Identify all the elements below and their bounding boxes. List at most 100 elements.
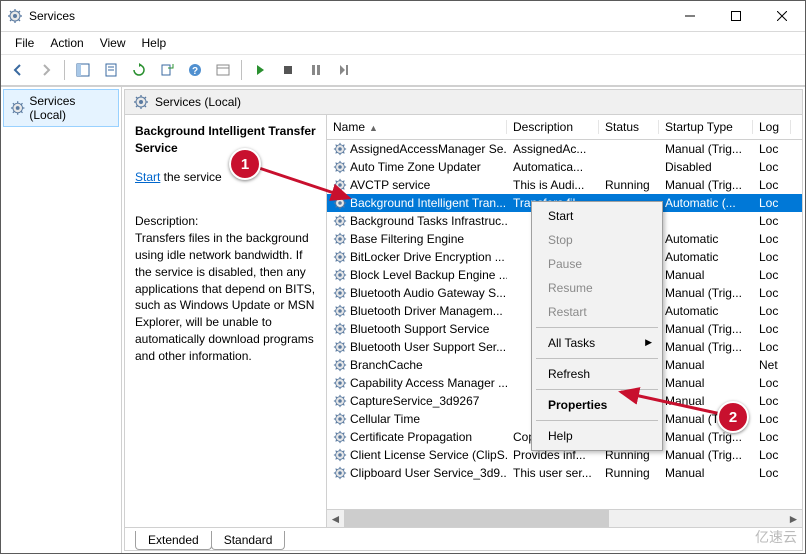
menubar: File Action View Help: [1, 32, 805, 55]
stop-service-button[interactable]: [275, 57, 301, 83]
service-name: Certificate Propagation: [350, 430, 472, 444]
properties-button[interactable]: [98, 57, 124, 83]
service-startup: Manual (Trig...: [659, 322, 753, 336]
watermark: 亿速云: [755, 527, 797, 547]
description-label: Description:: [135, 213, 316, 230]
service-name: Background Intelligent Tran...: [350, 196, 506, 210]
gear-icon: [333, 160, 347, 174]
service-startup: Manual (Trig...: [659, 340, 753, 354]
context-menu-start[interactable]: Start: [534, 204, 660, 228]
service-logon: Loc: [753, 466, 791, 480]
start-service-link[interactable]: Start: [135, 170, 160, 184]
service-startup: Automatic: [659, 232, 753, 246]
service-name: Clipboard User Service_3d9...: [350, 466, 507, 480]
tree-item-services-local[interactable]: Services (Local): [3, 89, 119, 127]
tab-standard[interactable]: Standard: [211, 531, 286, 550]
gear-icon: [333, 250, 347, 264]
horizontal-scrollbar[interactable]: ◄ ►: [327, 509, 802, 527]
gear-icon: [333, 340, 347, 354]
col-header-logon[interactable]: Log: [753, 120, 791, 134]
gear-icon: [333, 196, 347, 210]
submenu-arrow-icon: ▶: [645, 337, 652, 348]
context-menu-resume: Resume: [534, 276, 660, 300]
toolbar-extra-icon[interactable]: [210, 57, 236, 83]
service-logon: Loc: [753, 340, 791, 354]
service-row[interactable]: Auto Time Zone UpdaterAutomatica...Disab…: [327, 158, 802, 176]
service-logon: Loc: [753, 304, 791, 318]
context-menu-properties[interactable]: Properties: [534, 393, 660, 417]
service-name: AVCTP service: [350, 178, 430, 192]
service-logon: Loc: [753, 448, 791, 462]
menu-file[interactable]: File: [7, 34, 42, 52]
service-name: Bluetooth Driver Managem...: [350, 304, 503, 318]
gear-icon: [333, 178, 347, 192]
service-row[interactable]: AVCTP serviceThis is Audi...RunningManua…: [327, 176, 802, 194]
service-startup: Manual: [659, 376, 753, 390]
service-name: Base Filtering Engine: [350, 232, 464, 246]
forward-button[interactable]: [33, 57, 59, 83]
back-button[interactable]: [5, 57, 31, 83]
minimize-button[interactable]: [667, 1, 713, 31]
menu-view[interactable]: View: [92, 34, 134, 52]
maximize-button[interactable]: [713, 1, 759, 31]
selected-service-name: Background Intelligent Transfer Service: [135, 124, 316, 155]
help-button[interactable]: ?: [182, 57, 208, 83]
body: Services (Local) Services (Local) Backgr…: [1, 86, 805, 553]
start-service-button[interactable]: [247, 57, 273, 83]
service-name: Background Tasks Infrastruc...: [350, 214, 507, 228]
service-row[interactable]: Clipboard User Service_3d9...This user s…: [327, 464, 802, 482]
gear-icon: [333, 358, 347, 372]
export-button[interactable]: [154, 57, 180, 83]
col-header-name[interactable]: Name▲: [327, 120, 507, 134]
service-startup: Disabled: [659, 160, 753, 174]
service-logon: Loc: [753, 286, 791, 300]
service-logon: Loc: [753, 196, 791, 210]
context-menu-help[interactable]: Help: [534, 424, 660, 448]
gear-icon: [333, 448, 347, 462]
service-name: BranchCache: [350, 358, 423, 372]
service-startup: Manual (Trig...: [659, 142, 753, 156]
scroll-right-icon[interactable]: ►: [785, 510, 802, 527]
annotation-marker-1: 1: [229, 148, 261, 180]
col-header-status[interactable]: Status: [599, 120, 659, 134]
service-logon: Loc: [753, 250, 791, 264]
titlebar: Services: [1, 1, 805, 32]
menu-action[interactable]: Action: [42, 34, 91, 52]
service-name: Bluetooth Support Service: [350, 322, 489, 336]
right-pane-title: Services (Local): [155, 95, 241, 109]
restart-service-button[interactable]: [331, 57, 357, 83]
window-title: Services: [29, 9, 75, 23]
gear-icon: [333, 394, 347, 408]
service-logon: Net: [753, 358, 791, 372]
scroll-thumb[interactable]: [344, 510, 609, 527]
gear-icon: [333, 466, 347, 480]
gear-icon: [333, 304, 347, 318]
menu-help[interactable]: Help: [134, 34, 175, 52]
gear-icon: [333, 142, 347, 156]
show-hide-tree-button[interactable]: [70, 57, 96, 83]
service-name: CaptureService_3d9267: [350, 394, 479, 408]
tab-extended[interactable]: Extended: [135, 531, 212, 550]
toolbar: ?: [1, 55, 805, 86]
service-name: Client License Service (ClipS...: [350, 448, 507, 462]
service-status: Running: [599, 466, 659, 480]
pause-service-button[interactable]: [303, 57, 329, 83]
view-tabs: Extended Standard: [125, 527, 802, 550]
service-row[interactable]: AssignedAccessManager Se...AssignedAc...…: [327, 140, 802, 158]
service-startup: Manual: [659, 268, 753, 282]
col-header-startup[interactable]: Startup Type: [659, 120, 753, 134]
context-menu-all-tasks[interactable]: All Tasks▶: [534, 331, 660, 355]
service-startup: Automatic: [659, 250, 753, 264]
service-name: Bluetooth User Support Ser...: [350, 340, 506, 354]
col-header-description[interactable]: Description: [507, 120, 599, 134]
gear-icon: [133, 94, 149, 110]
context-menu-refresh[interactable]: Refresh: [534, 362, 660, 386]
service-logon: Loc: [753, 268, 791, 282]
close-button[interactable]: [759, 1, 805, 31]
context-menu-stop: Stop: [534, 228, 660, 252]
scroll-left-icon[interactable]: ◄: [327, 510, 344, 527]
service-logon: Loc: [753, 178, 791, 192]
gear-icon: [333, 268, 347, 282]
refresh-button[interactable]: [126, 57, 152, 83]
context-menu-separator: [536, 358, 658, 359]
